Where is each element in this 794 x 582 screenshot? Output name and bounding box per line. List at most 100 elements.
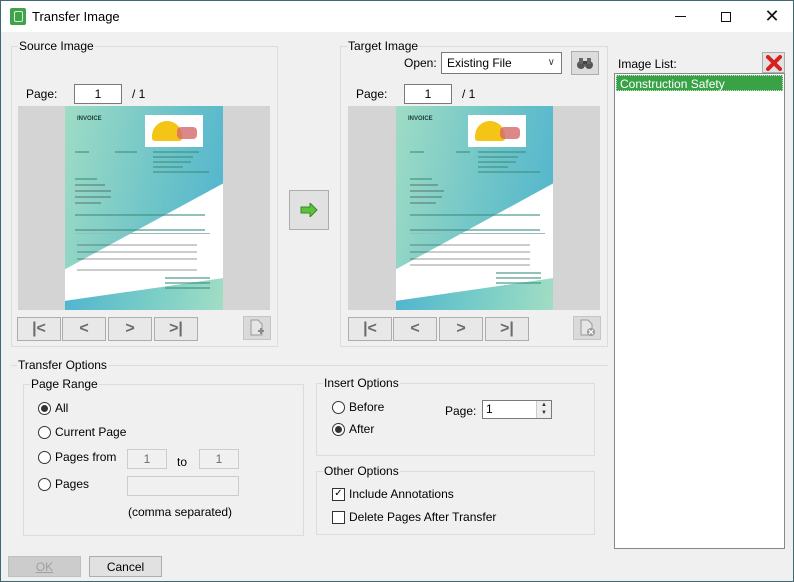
chevron-down-icon: ∨ [547, 57, 555, 68]
cancel-button[interactable]: Cancel [89, 556, 162, 577]
radio-after[interactable]: After [332, 422, 374, 436]
target-page-label: Page: [356, 87, 388, 101]
radio-after-label: After [349, 422, 375, 436]
insert-page-value: 1 [486, 402, 493, 416]
app-icon [10, 8, 26, 25]
radio-all[interactable]: All [38, 401, 68, 415]
title-bar: Transfer Image ✕ [1, 1, 793, 32]
target-preview: INVOICE [348, 106, 600, 310]
right-arrow-icon [300, 203, 318, 217]
insert-page-label: Page: [445, 404, 477, 418]
source-previous-page-button[interactable]: < [62, 317, 106, 341]
add-page-button[interactable] [243, 316, 271, 340]
source-page-label: Page: [26, 87, 58, 101]
radio-current-page[interactable]: Current Page [38, 425, 126, 439]
radio-all-label: All [55, 401, 69, 415]
include-annotations-checkbox[interactable]: ✓ Include Annotations [332, 487, 454, 501]
insert-page-spinner[interactable]: 1 ▲ ▼ [482, 400, 552, 419]
radio-pages-from-label: Pages from [55, 450, 117, 464]
close-icon: ✕ [764, 6, 780, 26]
radio-indicator [332, 422, 345, 436]
spin-down-icon[interactable]: ▼ [541, 410, 547, 416]
include-annotations-label: Include Annotations [349, 487, 454, 501]
close-button[interactable]: ✕ [749, 1, 794, 32]
target-next-page-button[interactable]: > [439, 317, 483, 341]
ok-label: OK [35, 559, 54, 574]
source-page-thumbnail: INVOICE [65, 106, 223, 310]
radio-indicator [38, 450, 51, 464]
red-x-delete-icon [765, 54, 782, 71]
delete-image-button[interactable] [762, 52, 785, 73]
radio-before[interactable]: Before [332, 400, 384, 414]
radio-indicator [332, 400, 345, 414]
delete-pages-label: Delete Pages After Transfer [349, 510, 497, 524]
invoice-title: INVOICE [408, 116, 433, 122]
next-page-icon: > [456, 320, 466, 337]
source-image-label: Source Image [18, 39, 95, 53]
image-list-item[interactable]: Construction Safety Invoice.pdf [616, 75, 783, 107]
first-page-icon: |< [363, 320, 377, 337]
image-list[interactable]: Construction Safety Invoice.pdf [614, 73, 785, 549]
insert-options-group: Insert Options [316, 376, 595, 456]
source-last-page-button[interactable]: >| [154, 317, 198, 341]
pages-to-input[interactable]: 1 [199, 449, 239, 469]
previous-page-icon: < [79, 320, 89, 337]
target-previous-page-button[interactable]: < [393, 317, 437, 341]
open-label: Open: [404, 56, 437, 70]
source-first-page-button[interactable]: |< [17, 317, 61, 341]
page-range-label: Page Range [30, 377, 99, 391]
source-next-page-button[interactable]: > [108, 317, 152, 341]
target-page-total: / 1 [462, 87, 476, 101]
other-options-label: Other Options [323, 464, 400, 478]
radio-indicator [38, 477, 51, 491]
radio-indicator [38, 425, 51, 439]
last-page-icon: >| [500, 320, 514, 337]
cancel-label: Cancel [106, 559, 145, 574]
window-title: Transfer Image [32, 9, 120, 24]
add-page-icon [250, 319, 264, 336]
radio-pages-label: Pages [55, 477, 90, 491]
spinner-arrows[interactable]: ▲ ▼ [536, 401, 551, 418]
target-last-page-button[interactable]: >| [485, 317, 529, 341]
ok-button[interactable]: OK [8, 556, 81, 577]
pages-from-input[interactable]: 1 [127, 449, 167, 469]
open-dropdown-value: Existing File [447, 56, 512, 70]
transfer-image-dialog: Transfer Image ✕ Source Image Page: 1 / … [0, 0, 794, 582]
pages-list-input[interactable] [127, 476, 239, 496]
binoculars-icon [577, 58, 593, 69]
minimize-button[interactable] [657, 1, 703, 32]
target-page-input[interactable]: 1 [404, 84, 452, 104]
radio-before-label: Before [349, 400, 385, 414]
radio-pages[interactable]: Pages [38, 477, 89, 491]
previous-page-icon: < [410, 320, 420, 337]
checkbox-empty [332, 510, 345, 524]
image-list-label: Image List: [618, 57, 677, 71]
target-image-label: Target Image [347, 39, 420, 53]
source-page-input[interactable]: 1 [74, 84, 122, 104]
insert-options-label: Insert Options [323, 376, 400, 390]
last-page-icon: >| [169, 320, 183, 337]
browse-button[interactable] [571, 51, 599, 75]
spin-up-icon[interactable]: ▲ [541, 402, 547, 408]
maximize-button[interactable] [703, 1, 749, 32]
first-page-icon: |< [32, 320, 46, 337]
hard-hat-image [468, 115, 526, 147]
next-page-icon: > [125, 320, 135, 337]
delete-pages-checkbox[interactable]: Delete Pages After Transfer [332, 510, 496, 524]
to-label: to [177, 455, 188, 469]
source-preview: INVOICE [18, 106, 270, 310]
hard-hat-image [145, 115, 203, 147]
radio-indicator [38, 401, 51, 415]
minimize-icon [674, 16, 686, 17]
target-first-page-button[interactable]: |< [348, 317, 392, 341]
radio-pages-from[interactable]: Pages from [38, 450, 116, 464]
transfer-options-label: Transfer Options [17, 358, 108, 372]
remove-page-icon [580, 319, 595, 336]
invoice-title: INVOICE [77, 116, 102, 122]
maximize-icon [721, 11, 731, 22]
open-dropdown[interactable]: Existing File ∨ [441, 52, 562, 74]
transfer-button[interactable] [289, 190, 329, 230]
target-page-thumbnail: INVOICE [396, 106, 553, 310]
checkmark-icon: ✓ [332, 487, 345, 501]
remove-page-button[interactable] [573, 316, 601, 340]
